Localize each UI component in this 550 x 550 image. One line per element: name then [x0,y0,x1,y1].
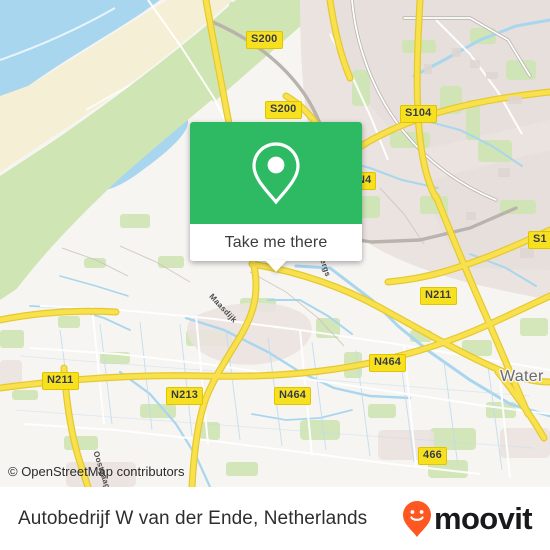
road-shield: S104 [400,105,437,123]
location-title: Autobedrijf W van der Ende, Netherlands [18,507,368,529]
map-canvas[interactable]: S200 S200 S104 N4 S1 N211 N464 N211 N213… [0,0,550,487]
road-shield: N211 [42,372,79,390]
road-shield: N464 [274,387,312,405]
road-shield: S200 [246,31,283,49]
place-label: Water [500,368,544,385]
moovit-wordmark: moovit [433,501,533,536]
map-page: S200 S200 S104 N4 S1 N211 N464 N211 N213… [0,0,550,550]
road-shield: 466 [418,447,447,465]
moovit-smiley-pin-icon [402,500,431,537]
road-shield: N213 [166,387,204,405]
popup-pin-area [190,122,362,224]
map-attribution[interactable]: © OpenStreetMap contributors [8,464,185,479]
map-pin-icon [252,142,300,205]
take-me-there-button[interactable]: Take me there [190,224,362,261]
road-shield: N211 [420,287,457,305]
popup-tail [265,260,287,272]
road-shield: S200 [265,101,302,119]
road-shield: S1 [528,231,550,249]
location-popup[interactable]: Take me there [190,122,362,272]
footer-bar: Autobedrijf W van der Ende, Netherlands … [0,487,550,550]
road-shield: N464 [369,354,407,372]
take-me-there-label: Take me there [224,233,328,251]
moovit-logo[interactable]: moovit [402,500,533,538]
